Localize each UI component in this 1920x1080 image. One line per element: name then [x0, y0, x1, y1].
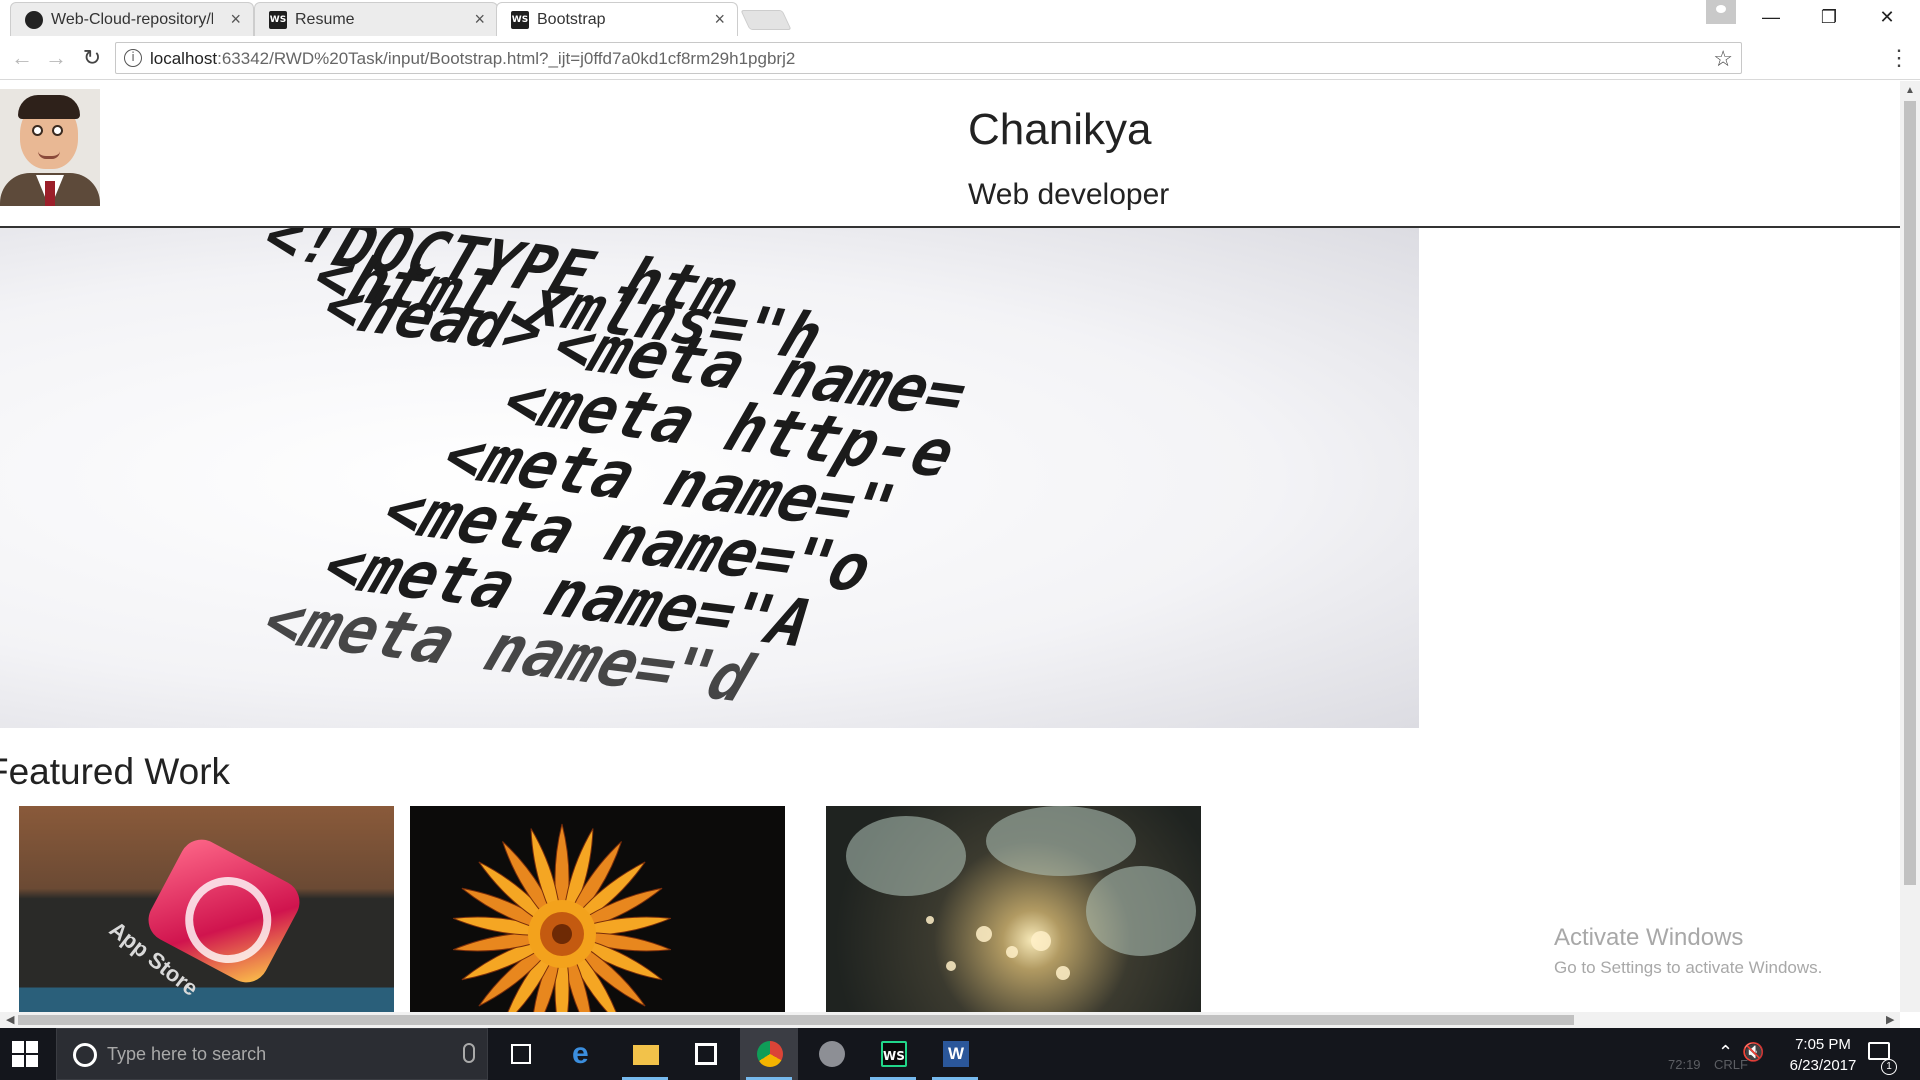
- webstorm-icon: WS: [881, 1041, 907, 1067]
- start-tile: [26, 1055, 38, 1067]
- windows-taskbar: Type here to search e WS W ⌃ 🔇 7:05 PM 6…: [0, 1028, 1920, 1080]
- taskbar-app-five[interactable]: [802, 1028, 860, 1080]
- app-icon: [819, 1041, 845, 1067]
- profile-photo: [0, 89, 100, 206]
- scroll-up-icon[interactable]: ▲: [1905, 85, 1915, 96]
- close-window-button[interactable]: ✕: [1858, 0, 1916, 34]
- webstorm-icon: WS: [269, 11, 287, 29]
- microphone-icon[interactable]: [463, 1043, 475, 1063]
- restore-button[interactable]: ❐: [1800, 0, 1858, 34]
- back-button[interactable]: ←: [8, 44, 36, 72]
- close-icon[interactable]: ×: [230, 9, 241, 29]
- tab-title: Bootstrap: [537, 11, 606, 28]
- photo-eye: [32, 125, 43, 136]
- bokeh-light: [976, 926, 992, 942]
- bokeh-light: [946, 961, 956, 971]
- close-icon[interactable]: ×: [714, 9, 725, 29]
- clock-date: 6/23/2017: [1789, 1057, 1857, 1074]
- info-icon[interactable]: i: [124, 49, 142, 67]
- horizontal-scrollbar[interactable]: ◀ ▶: [0, 1012, 1900, 1028]
- url-host: localhost: [150, 49, 218, 68]
- github-icon: [25, 11, 43, 29]
- notification-badge: 1: [1881, 1059, 1897, 1075]
- tab-title: Web-Cloud-repository/lab: [51, 11, 213, 28]
- featured-work-app-store[interactable]: App Store: [19, 806, 394, 1012]
- windows-start-icon[interactable]: [12, 1041, 38, 1067]
- bookmark-star-icon[interactable]: ☆: [1713, 46, 1733, 72]
- start-tile: [26, 1041, 38, 1053]
- taskbar-webstorm[interactable]: WS: [864, 1028, 922, 1080]
- tab-resume[interactable]: WS Resume ×: [254, 2, 498, 36]
- start-tile: [12, 1055, 24, 1067]
- browser-menu-icon[interactable]: ⋮: [1888, 44, 1910, 72]
- vertical-scroll-thumb[interactable]: [1904, 101, 1916, 885]
- start-tile: [12, 1041, 24, 1053]
- foliage: [846, 816, 966, 896]
- profile-icon[interactable]: [1706, 0, 1736, 24]
- scroll-left-icon[interactable]: ◀: [6, 1013, 14, 1026]
- bokeh-light: [926, 916, 934, 924]
- reload-button[interactable]: ↻: [78, 44, 106, 72]
- tab-title: Resume: [295, 11, 355, 28]
- taskbar-edge[interactable]: e: [555, 1028, 613, 1080]
- search-placeholder: Type here to search: [107, 1044, 267, 1064]
- flower-image: [452, 823, 672, 1012]
- edge-icon: e: [572, 1037, 589, 1070]
- bokeh-light: [1056, 966, 1070, 980]
- scroll-right-icon[interactable]: ▶: [1886, 1013, 1894, 1026]
- taskbar-word[interactable]: W: [926, 1028, 984, 1080]
- bokeh-light: [1031, 931, 1051, 951]
- foliage: [986, 806, 1136, 876]
- photo-eye: [52, 125, 63, 136]
- tab-bootstrap[interactable]: WS Bootstrap ×: [496, 2, 738, 36]
- photo-tie: [45, 181, 55, 206]
- ghost-text: CRLF: [1714, 1057, 1748, 1072]
- hero-image: <!DOCTYPE htm <html xmlns="h <head> <met…: [0, 228, 1419, 728]
- bokeh-light: [1006, 946, 1018, 958]
- chrome-icon: [757, 1041, 783, 1067]
- page-subtitle: Web developer: [968, 178, 1170, 211]
- watermark-subtitle: Go to Settings to activate Windows.: [1554, 958, 1823, 977]
- section-title: Featured Work: [0, 751, 231, 792]
- horizontal-scroll-thumb[interactable]: [18, 1015, 1574, 1025]
- taskbar-chrome[interactable]: [740, 1028, 798, 1080]
- tab-strip: Web-Cloud-repository/lab × WS Resume × W…: [0, 0, 1920, 36]
- url-text[interactable]: localhost:63342/RWD%20Task/input/Bootstr…: [150, 49, 795, 69]
- page-viewport: Chanikya Web developer <!DOCTYPE htm <ht…: [0, 81, 1900, 1012]
- minimize-button[interactable]: —: [1742, 0, 1800, 34]
- action-center-icon[interactable]: [1868, 1042, 1890, 1060]
- page-title: Chanikya: [968, 105, 1152, 154]
- vertical-scrollbar[interactable]: ▲: [1900, 81, 1920, 1012]
- taskbar-store[interactable]: [677, 1028, 735, 1080]
- task-view-button[interactable]: [492, 1028, 550, 1080]
- taskbar-clock[interactable]: 7:05 PM 6/23/2017: [1768, 1034, 1878, 1076]
- word-icon: W: [943, 1041, 969, 1067]
- new-tab-button[interactable]: [740, 10, 792, 30]
- ghost-text: 72:19: [1668, 1057, 1701, 1072]
- photo-hair: [18, 95, 80, 119]
- watermark-title: Activate Windows: [1554, 924, 1744, 951]
- screen: Web-Cloud-repository/lab × WS Resume × W…: [0, 0, 1920, 1080]
- address-bar[interactable]: i localhost:63342/RWD%20Task/input/Boots…: [115, 42, 1742, 74]
- tab-github[interactable]: Web-Cloud-repository/lab ×: [10, 2, 254, 36]
- url-path: :63342/RWD%20Task/input/Bootstrap.html?_…: [217, 49, 796, 68]
- featured-work-forest[interactable]: [826, 806, 1201, 1012]
- forward-button[interactable]: →: [42, 44, 70, 72]
- cortana-icon: [73, 1043, 97, 1067]
- browser-toolbar: ← → ↻ i localhost:63342/RWD%20Task/input…: [0, 36, 1920, 80]
- activate-windows-watermark: Activate Windows Go to Settings to activ…: [1554, 924, 1822, 978]
- flower-core: [552, 924, 572, 944]
- close-icon[interactable]: ×: [474, 9, 485, 29]
- clock-time: 7:05 PM: [1795, 1036, 1851, 1053]
- taskbar-search-box[interactable]: Type here to search: [56, 1028, 488, 1080]
- featured-work-flower[interactable]: [410, 806, 785, 1012]
- task-view-icon: [511, 1044, 531, 1064]
- webstorm-icon: WS: [511, 11, 529, 29]
- store-icon: [695, 1043, 717, 1065]
- foliage: [1086, 866, 1196, 956]
- folder-icon: [633, 1045, 659, 1065]
- taskbar-file-explorer[interactable]: [616, 1028, 674, 1080]
